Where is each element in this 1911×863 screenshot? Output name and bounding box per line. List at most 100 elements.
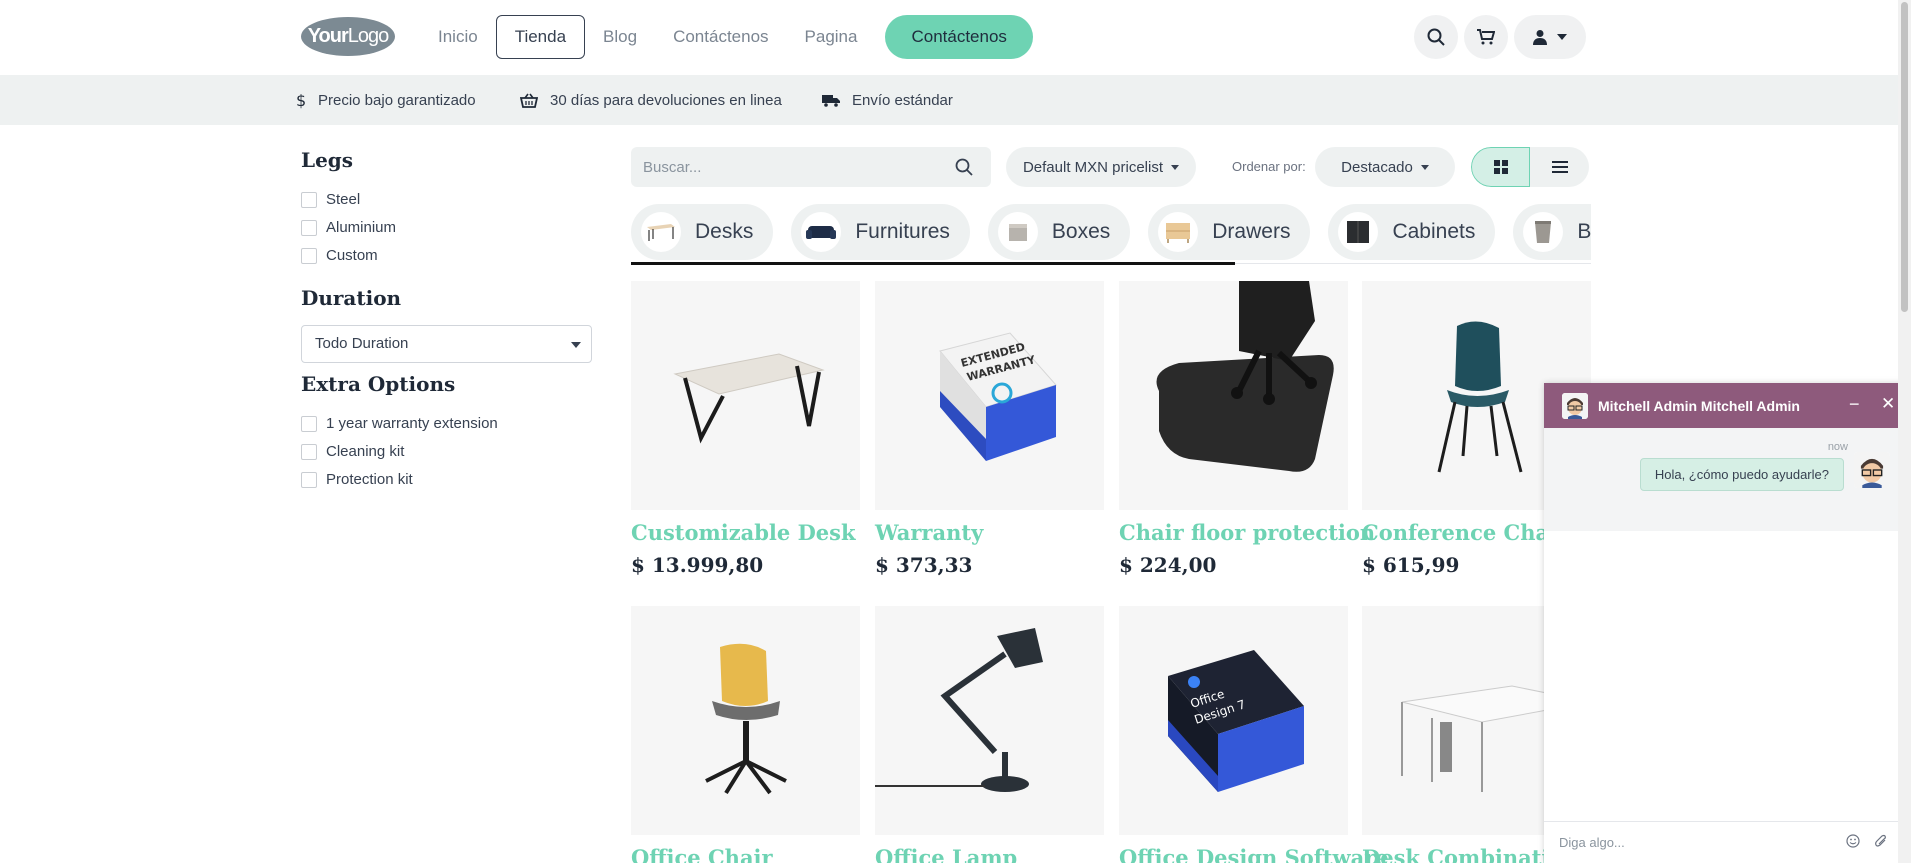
page-scrollbar[interactable] — [1898, 0, 1911, 863]
product-name[interactable]: Customizable Desk — [631, 520, 860, 545]
site-logo[interactable]: Your Logo — [301, 17, 395, 56]
conference-chair-icon — [1437, 320, 1522, 472]
emoji-icon[interactable] — [1846, 834, 1860, 853]
list-icon — [1551, 161, 1568, 173]
basket-icon — [520, 93, 538, 108]
pricelist-dropdown[interactable]: Default MXN pricelist — [1006, 147, 1196, 187]
header-cart-button[interactable] — [1464, 15, 1508, 59]
cart-icon — [1477, 29, 1495, 45]
product-image[interactable]: EXTENDED WARRANTY — [875, 281, 1104, 510]
header-search-button[interactable] — [1414, 15, 1458, 59]
drawer-thumbnail-icon — [1158, 212, 1199, 252]
sort-label: Ordenar por: — [1232, 159, 1306, 174]
checkbox[interactable] — [301, 471, 317, 488]
category-drawers[interactable]: Drawers — [1148, 204, 1311, 260]
contact-cta-button[interactable]: Contáctenos — [885, 15, 1033, 59]
desk-thumbnail-icon — [641, 212, 681, 252]
product-card[interactable]: EXTENDED WARRANTY Warranty $ 373,33 — [875, 281, 1104, 641]
filter-option-cleaning-kit[interactable]: Cleaning kit — [301, 443, 404, 460]
nav-item-blog[interactable]: Blog — [585, 15, 655, 59]
filter-option-label: Cleaning kit — [326, 443, 405, 460]
product-name[interactable]: Office Lamp — [875, 845, 1104, 863]
product-name[interactable]: Office Design Software — [1119, 845, 1389, 863]
product-card[interactable]: Office Chair — [631, 606, 860, 863]
product-name[interactable]: Chair floor protection — [1119, 520, 1375, 545]
view-toggle — [1471, 147, 1589, 187]
minimize-icon[interactable]: − — [1849, 394, 1860, 415]
product-card[interactable]: Customizable Desk $ 13.999,80 — [631, 281, 860, 641]
main-nav: Inicio Tienda Blog Contáctenos Pagina Co… — [420, 15, 1033, 59]
product-image[interactable] — [1119, 281, 1348, 510]
filter-option-aluminium[interactable]: Aluminium — [301, 219, 396, 236]
product-card[interactable]: Chair floor protection $ 224,00 — [1119, 281, 1375, 641]
sort-dropdown[interactable]: Destacado — [1315, 147, 1455, 187]
filter-option-label: Protection kit — [326, 471, 413, 488]
category-bins[interactable]: Bins — [1513, 204, 1591, 260]
warranty-box-icon: EXTENDED WARRANTY — [938, 331, 1057, 461]
grid-view-button[interactable] — [1471, 147, 1530, 187]
product-card[interactable]: Office Lamp — [875, 606, 1104, 863]
category-strip-scroll-indicator[interactable] — [631, 262, 1235, 265]
product-image[interactable] — [875, 606, 1104, 835]
list-view-button[interactable] — [1530, 147, 1589, 187]
livechat-title: Mitchell Admin Mitchell Admin — [1598, 397, 1800, 414]
filter-option-label: Custom — [326, 247, 378, 264]
grid-icon — [1493, 160, 1508, 174]
office-chair-icon — [704, 643, 787, 794]
nav-item-contactenos[interactable]: Contáctenos — [655, 15, 786, 59]
category-furnitures[interactable]: Furnitures — [791, 204, 970, 260]
scrollbar-thumb[interactable] — [1901, 2, 1908, 312]
logo-text-bold: Your — [307, 25, 349, 47]
filter-title-extra-options: Extra Options — [301, 372, 456, 396]
svg-text:$: $ — [296, 92, 306, 109]
filter-option-label: 1 year warranty extension — [326, 415, 498, 432]
desk-image-icon — [672, 352, 825, 443]
user-menu-button[interactable] — [1514, 15, 1586, 59]
product-image[interactable]: Office Design 7 — [1119, 606, 1348, 835]
product-image[interactable] — [631, 606, 860, 835]
category-label: Desks — [695, 220, 754, 243]
search-input[interactable] — [631, 147, 931, 187]
category-boxes[interactable]: Boxes — [987, 204, 1131, 260]
filter-option-custom[interactable]: Custom — [301, 247, 378, 264]
filter-option-label: Steel — [326, 191, 361, 208]
filter-option-label: Aluminium — [326, 219, 397, 236]
filter-option-protection-kit[interactable]: Protection kit — [301, 471, 413, 488]
cabinet-thumbnail-icon — [1338, 212, 1379, 252]
operator-avatar — [1562, 392, 1588, 419]
office-lamp-icon — [875, 628, 1043, 792]
benefit-item: 30 días para devoluciones en linea — [520, 75, 782, 125]
nav-item-inicio[interactable]: Inicio — [420, 15, 496, 59]
paperclip-icon[interactable] — [1874, 834, 1888, 853]
product-card[interactable]: Office Design 7 Office Design Software — [1119, 606, 1389, 863]
benefit-item: Envío estándar — [822, 75, 953, 125]
message-timestamp: now — [1827, 441, 1848, 453]
checkbox[interactable] — [301, 191, 317, 208]
checkbox[interactable] — [301, 219, 317, 236]
chevron-down-icon — [1171, 164, 1180, 170]
filter-option-warranty-extension[interactable]: 1 year warranty extension — [301, 415, 498, 432]
product-price: $ 373,33 — [875, 553, 973, 577]
filter-option-steel[interactable]: Steel — [301, 191, 360, 208]
product-name[interactable]: Warranty — [875, 520, 1104, 545]
chat-message-input[interactable] — [1559, 835, 1839, 850]
product-name[interactable]: Office Chair — [631, 845, 860, 863]
checkbox[interactable] — [301, 443, 317, 460]
benefit-item: $ Precio bajo garantizado — [296, 75, 476, 125]
search-icon[interactable] — [955, 158, 973, 181]
livechat-composer — [1544, 821, 1904, 863]
category-desks[interactable]: Desks — [631, 204, 774, 260]
product-image[interactable] — [631, 281, 860, 510]
checkbox[interactable] — [301, 247, 317, 264]
dollar-icon: $ — [296, 92, 306, 109]
category-label: Drawers — [1212, 220, 1291, 243]
category-label: Boxes — [1051, 220, 1111, 243]
chevron-down-icon — [571, 342, 581, 348]
duration-select[interactable]: Todo Duration — [301, 325, 592, 363]
nav-item-pagina[interactable]: Pagina — [787, 15, 876, 59]
category-label: Cabinets — [1392, 220, 1476, 243]
category-cabinets[interactable]: Cabinets — [1328, 204, 1496, 260]
nav-item-tienda[interactable]: Tienda — [495, 15, 586, 59]
close-icon[interactable]: ✕ — [1881, 394, 1895, 414]
checkbox[interactable] — [301, 415, 317, 432]
